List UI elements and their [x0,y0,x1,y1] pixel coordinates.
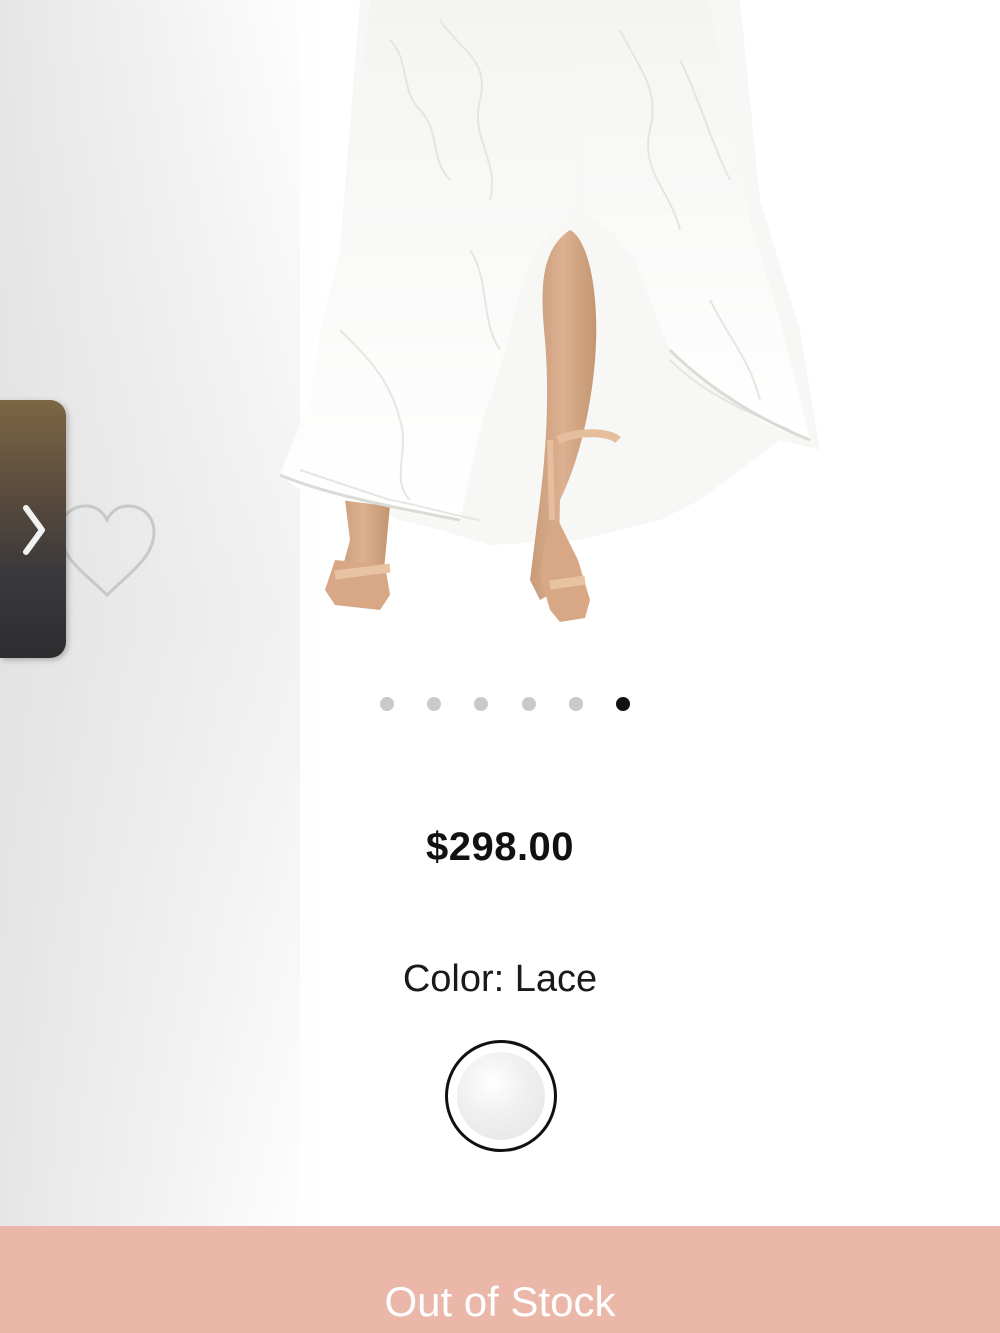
carousel-dot[interactable] [380,697,394,711]
chevron-right-icon [23,505,45,555]
carousel-dot[interactable] [474,697,489,711]
out-of-stock-button[interactable]: Out of Stock [0,1226,1000,1333]
carousel-dot[interactable] [568,697,583,711]
product-price: $298.00 [425,825,575,869]
product-image[interactable] [240,0,860,660]
product-page: $298.00 Color: Lace Out of Stock [0,0,1000,1333]
swatch-texture [457,1052,545,1140]
color-label: Color: Lace [402,958,598,1000]
heart-outline-icon[interactable] [52,500,162,605]
carousel-dot-active[interactable] [615,697,630,711]
carousel-dot[interactable] [427,697,442,711]
side-drawer-tab[interactable] [0,400,66,658]
carousel-dot[interactable] [521,697,536,711]
image-carousel-dots [380,696,630,712]
color-swatch-lace[interactable] [445,1040,557,1152]
